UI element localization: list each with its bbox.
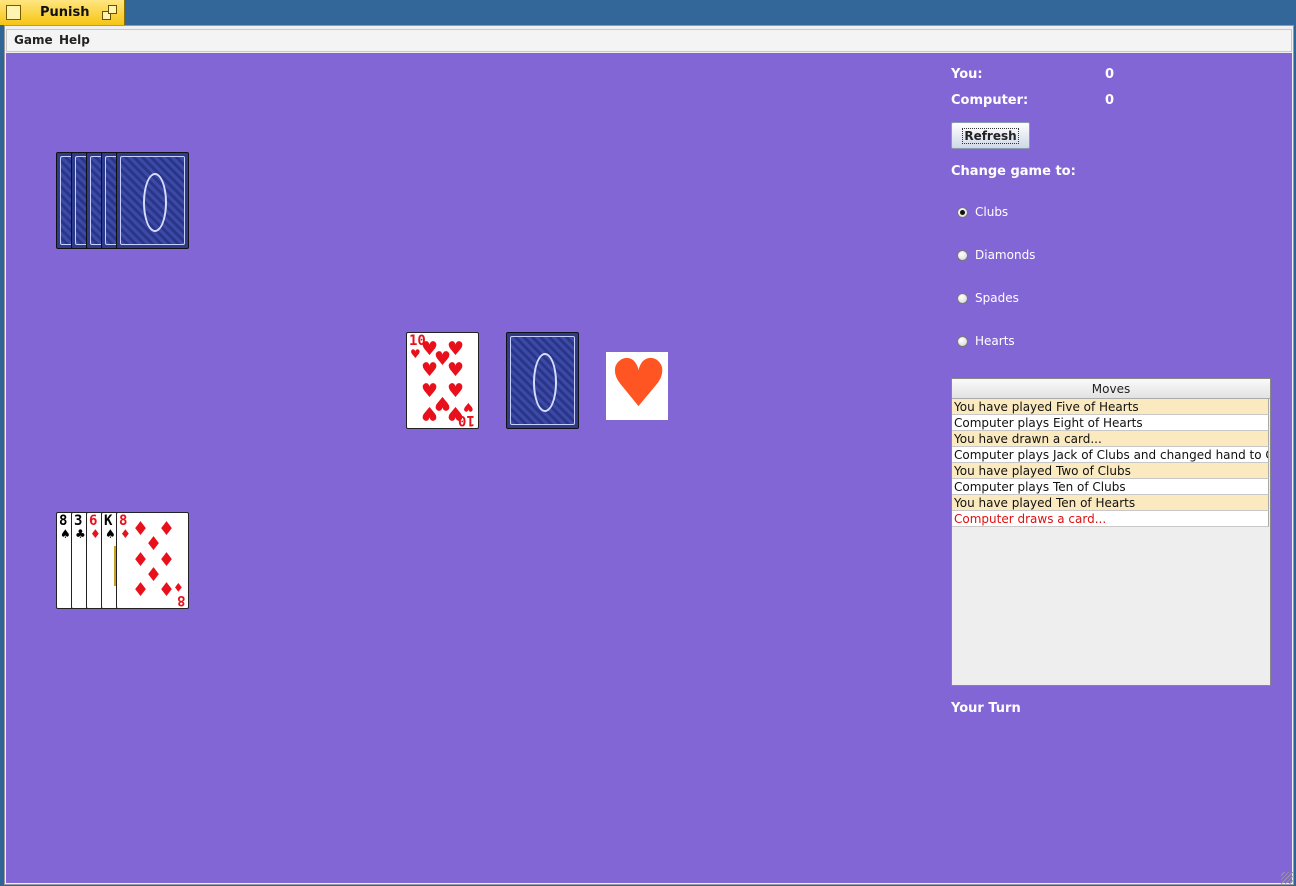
club-icon: ♣	[75, 527, 86, 541]
spade-icon: ♠	[60, 527, 71, 541]
move-row[interactable]: You have drawn a card...	[952, 431, 1269, 447]
computer-card-back	[116, 152, 189, 249]
resize-grip[interactable]	[1281, 872, 1293, 884]
heart-icon: ♥	[609, 345, 669, 422]
radio-button-icon[interactable]	[957, 249, 968, 261]
application-window: Game Help 10 ♥ ♥ ♥ ♥ ♥ ♥ ♥ ♥ ♥ ♥ ♥ 10 ♥	[4, 25, 1294, 885]
menu-bar: Game Help	[6, 29, 1292, 52]
menu-game[interactable]: Game	[14, 33, 53, 47]
moves-table[interactable]: Moves You have played Five of Hearts Com…	[951, 378, 1271, 686]
heart-icon: ♥	[421, 359, 439, 381]
window-menu-icon[interactable]	[6, 5, 21, 20]
suit-option-hearts[interactable]: Hearts	[957, 333, 1015, 349]
suit-option-clubs[interactable]: Clubs	[957, 204, 1008, 220]
maximize-icon[interactable]	[102, 5, 119, 20]
suit-option-label: Hearts	[975, 334, 1015, 348]
spade-icon: ♠	[105, 527, 116, 541]
current-suit-indicator: ♥	[606, 346, 668, 422]
move-row[interactable]: Computer plays Jack of Clubs and changed…	[952, 447, 1269, 463]
diamond-icon: ♦	[132, 579, 150, 601]
you-score-label: You:	[951, 67, 983, 82]
move-row[interactable]: Computer plays Ten of Clubs	[952, 479, 1269, 495]
discard-pile-top-card: 10 ♥ ♥ ♥ ♥ ♥ ♥ ♥ ♥ ♥ ♥ ♥ 10 ♥	[406, 332, 479, 429]
card-rank: 10	[458, 412, 475, 428]
suit-option-diamonds[interactable]: Diamonds	[957, 247, 1035, 263]
refresh-button[interactable]: Refresh	[951, 122, 1030, 149]
player-card[interactable]: 8 ♦ ♦ ♦ ♦ ♦ ♦ ♦ ♦ ♦ 8 ♦	[116, 512, 189, 609]
window-tab[interactable]: Punish	[0, 0, 125, 25]
turn-status: Your Turn	[951, 701, 1021, 716]
computer-score-label: Computer:	[951, 93, 1029, 108]
suit-option-spades[interactable]: Spades	[957, 290, 1019, 306]
change-game-label: Change game to:	[951, 164, 1076, 179]
move-row[interactable]: You have played Ten of Hearts	[952, 495, 1269, 511]
card-table: 10 ♥ ♥ ♥ ♥ ♥ ♥ ♥ ♥ ♥ ♥ ♥ 10 ♥ ♥ 8 ♠ 3 ♣ …	[6, 53, 1292, 883]
heart-icon: ♥	[463, 400, 474, 414]
move-row[interactable]: You have played Five of Hearts	[952, 399, 1269, 415]
diamond-icon: ♦	[120, 527, 131, 541]
move-row[interactable]: Computer plays Eight of Hearts	[952, 415, 1269, 431]
menu-help[interactable]: Help	[59, 33, 90, 47]
moves-column-header[interactable]: Moves	[952, 379, 1270, 399]
you-score-value: 0	[1105, 67, 1115, 82]
window-title: Punish	[40, 5, 90, 20]
diamond-icon: ♦	[90, 527, 101, 541]
move-row[interactable]: Computer draws a card...	[952, 511, 1269, 527]
refresh-button-label: Refresh	[962, 127, 1019, 144]
suit-option-label: Spades	[975, 291, 1019, 305]
move-row[interactable]: You have played Two of Clubs	[952, 463, 1269, 479]
card-rank: 8	[176, 592, 185, 608]
radio-button-icon[interactable]	[957, 335, 968, 347]
draw-pile[interactable]	[506, 332, 579, 429]
radio-button-icon[interactable]	[957, 206, 968, 218]
suit-option-label: Clubs	[975, 205, 1009, 219]
heart-icon: ♥	[421, 402, 439, 424]
computer-score-value: 0	[1105, 93, 1115, 108]
heart-icon: ♥	[447, 359, 465, 381]
title-bar: Punish	[0, 0, 1296, 25]
suit-option-label: Diamonds	[975, 248, 1036, 262]
heart-icon: ♥	[410, 347, 421, 361]
diamond-icon: ♦	[173, 580, 184, 594]
radio-button-icon[interactable]	[957, 292, 968, 304]
